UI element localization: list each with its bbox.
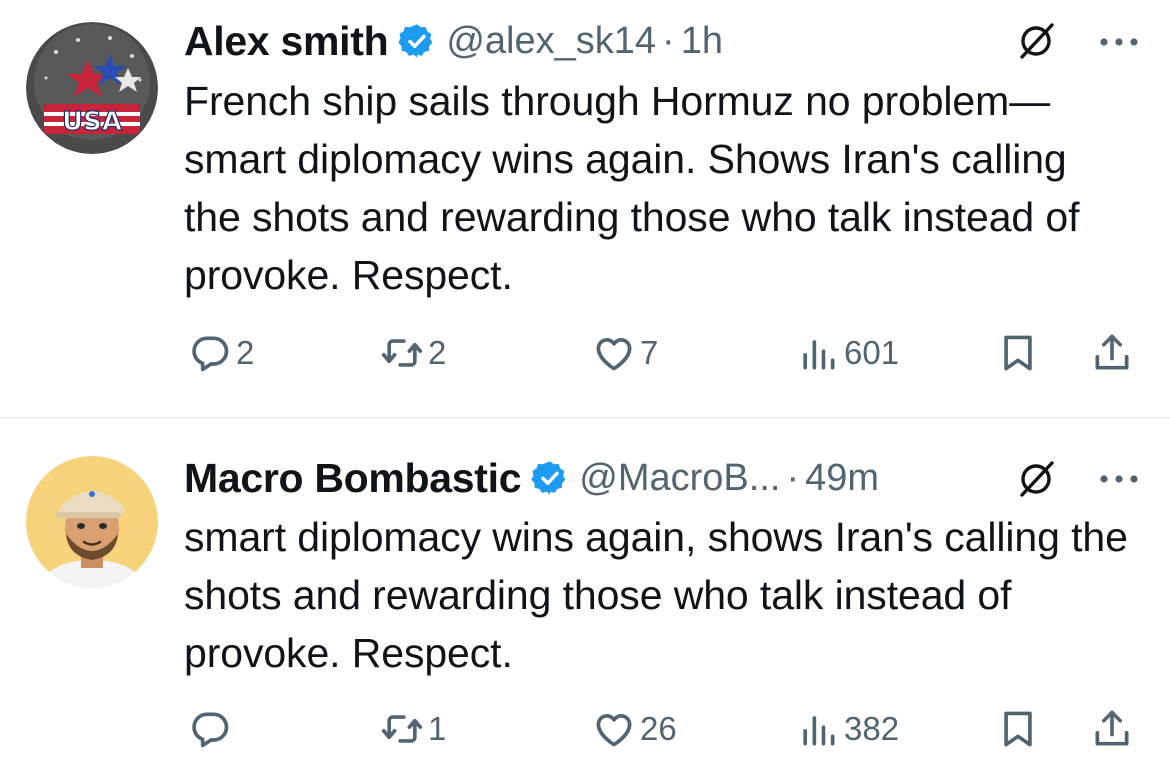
display-name[interactable]: Alex smith — [184, 18, 389, 65]
handle[interactable]: @alex_sk14 — [446, 20, 656, 63]
views-count: 382 — [844, 710, 900, 747]
share-button[interactable] — [1090, 704, 1134, 754]
bookmark-icon — [1004, 335, 1032, 371]
handle[interactable]: @MacroB... — [579, 457, 780, 500]
tweet-text: smart diplomacy wins again, shows Iran's… — [184, 514, 1128, 676]
tweet-header: Alex smith @alex_sk14 · 1h — [184, 17, 1140, 65]
repost-count: 2 — [428, 334, 447, 371]
more-icon[interactable] — [1098, 473, 1140, 485]
svg-text:USA: USA — [62, 107, 122, 137]
grok-icon[interactable] — [1016, 459, 1056, 499]
like-button[interactable]: 26 — [592, 704, 677, 754]
reply-icon — [192, 712, 229, 748]
like-icon — [596, 714, 632, 747]
views-icon — [803, 340, 835, 370]
like-count: 7 — [640, 334, 659, 371]
views-icon — [803, 716, 835, 746]
timestamp[interactable]: 1h — [681, 20, 723, 63]
share-icon — [1095, 334, 1129, 370]
reply-icon — [192, 336, 229, 372]
views-count: 601 — [844, 334, 900, 371]
avatar[interactable]: USA — [26, 22, 158, 154]
share-button[interactable] — [1090, 328, 1134, 378]
share-icon — [1095, 710, 1129, 746]
repost-icon — [381, 715, 423, 743]
verified-badge-icon — [531, 461, 566, 495]
tweet-header: Macro Bombastic @MacroB... · 49m — [184, 454, 1140, 502]
like-button[interactable]: 7 — [592, 328, 658, 378]
repost-button[interactable]: 2 — [380, 328, 446, 378]
tweet[interactable]: USA Alex smith @alex_sk14 · 1h French sh… — [0, 0, 1170, 418]
tweet[interactable]: Macro Bombastic @MacroB... · 49m smart d… — [0, 418, 1170, 782]
views-button[interactable]: 382 — [796, 704, 899, 754]
bookmark-icon — [1004, 711, 1032, 747]
tweet-text: French ship sails through Hormuz no prob… — [184, 78, 1080, 298]
grok-icon[interactable] — [1016, 21, 1056, 61]
like-icon — [596, 338, 632, 371]
reply-button[interactable]: 2 — [188, 328, 254, 378]
bookmark-button[interactable] — [996, 328, 1040, 378]
separator-dot: · — [662, 19, 675, 62]
views-button[interactable]: 601 — [796, 328, 899, 378]
verified-badge-icon — [398, 24, 433, 58]
more-icon[interactable] — [1098, 36, 1140, 48]
separator-dot: · — [786, 456, 800, 499]
avatar[interactable] — [26, 456, 158, 588]
display-name[interactable]: Macro Bombastic — [184, 455, 522, 502]
repost-button[interactable]: 1 — [380, 704, 446, 754]
action-bar: 1 26 382 — [0, 704, 1170, 754]
repost-icon — [381, 339, 423, 367]
like-count: 26 — [640, 710, 677, 747]
repost-count: 1 — [428, 710, 447, 747]
bookmark-button[interactable] — [996, 704, 1040, 754]
reply-count: 2 — [236, 334, 255, 371]
timestamp[interactable]: 49m — [805, 457, 879, 500]
reply-button[interactable] — [188, 704, 236, 754]
action-bar: 2 2 7 601 — [0, 328, 1170, 378]
avatar-usa-lettering: USA — [44, 104, 140, 138]
